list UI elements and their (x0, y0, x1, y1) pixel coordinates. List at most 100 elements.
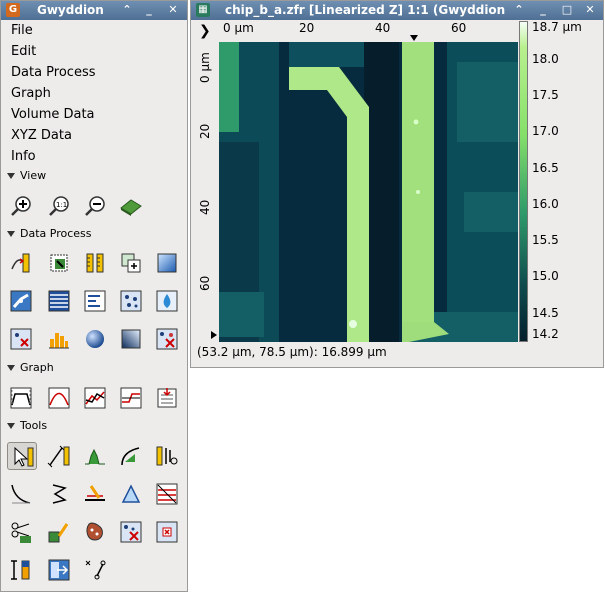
mask-editor-tool-icon[interactable] (47, 520, 71, 544)
height-map-image[interactable] (219, 42, 518, 342)
zoom-1-1-icon[interactable]: 1:1 (47, 194, 71, 218)
row-align-icon[interactable] (47, 289, 71, 313)
scale-label: 18.7 µm (532, 20, 582, 34)
plane-level-tool-icon[interactable] (119, 482, 143, 506)
section-graph-toggle[interactable]: Graph (7, 361, 54, 374)
histogram-icon[interactable] (47, 327, 71, 351)
data-window: ▦ chip_b_a.zfr [Linearized Z] 1:1 (Gwydd… (190, 0, 604, 368)
data-window-titlebar[interactable]: ▦ chip_b_a.zfr [Linearized Z] 1:1 (Gwydd… (191, 1, 603, 20)
data-window-icon[interactable]: ▦ (196, 3, 210, 17)
menu-graph[interactable]: Graph (11, 86, 51, 101)
sphere-revolve-icon[interactable] (83, 327, 107, 351)
shading-icon[interactable] (119, 327, 143, 351)
graph-fit-icon[interactable] (47, 386, 71, 410)
flatten-base-icon[interactable] (9, 251, 33, 275)
toolbox-title: Gwyddion (37, 3, 104, 17)
vertical-ruler: 0 µm 20 40 60 (196, 41, 218, 341)
toolbox-window: G Gwyddion ⌃ _ ✕ File Edit Data Process … (0, 0, 188, 592)
color-range-tool-icon[interactable] (9, 558, 33, 582)
gwyddion-app-icon[interactable]: G (6, 3, 20, 17)
pointer-tool-icon[interactable] (7, 442, 37, 470)
spot-remover-tool-icon[interactable] (119, 520, 143, 544)
roughness-tool-icon[interactable] (9, 482, 33, 506)
menu-file[interactable]: File (11, 23, 33, 38)
ruler-y-label: 40 (198, 199, 212, 215)
crop-icon[interactable] (47, 251, 71, 275)
close-icon[interactable]: ✕ (165, 2, 181, 18)
watershed-icon[interactable] (155, 289, 179, 313)
scale-label: 16.0 (532, 197, 559, 211)
section-data-process-toggle[interactable]: Data Process (7, 227, 92, 240)
close-icon[interactable]: ✕ (582, 2, 598, 18)
ruler-x-unit: 0 µm (223, 21, 254, 35)
scale-label: 14.2 (532, 327, 559, 341)
graph-fd-curve-icon[interactable] (119, 386, 143, 410)
section-view-label: View (20, 169, 47, 182)
expander-arrow-icon (7, 231, 15, 237)
line-profile-tool-icon[interactable] (119, 444, 143, 468)
remove-spots-tool-icon[interactable] (155, 520, 179, 544)
duplicate-icon[interactable] (119, 251, 143, 275)
scale-label: 17.5 (532, 88, 559, 102)
menu-data-process[interactable]: Data Process (11, 65, 96, 80)
graph-export-icon[interactable] (155, 386, 179, 410)
minimize-icon[interactable]: _ (535, 2, 551, 18)
statistics-tool-icon[interactable] (155, 444, 179, 468)
section-view-toggle[interactable]: View (7, 169, 46, 182)
ruler-y-cursor-marker (211, 331, 217, 339)
minimize-icon[interactable]: _ (141, 2, 157, 18)
readvalue-tool-icon[interactable] (47, 558, 71, 582)
cursor-status-readout: (53.2 µm, 78.5 µm): 16.899 µm (197, 345, 387, 359)
path-level-tool-icon[interactable] (155, 482, 179, 506)
ruler-x-label: 60 (451, 21, 467, 35)
height-map-graphic (219, 42, 518, 342)
expander-arrow-icon (7, 423, 15, 429)
grain-filter-icon[interactable] (155, 327, 179, 351)
ruler-x-cursor-marker (410, 35, 418, 41)
remove-grains-icon[interactable] (9, 327, 33, 351)
gradient-icon[interactable] (155, 251, 179, 275)
section-graph-label: Graph (20, 361, 54, 374)
scale-label: 15.5 (532, 233, 559, 247)
distance-tool-icon[interactable] (47, 444, 71, 468)
graph-critical-dimension-icon[interactable] (83, 386, 107, 410)
expander-arrow-icon (7, 173, 15, 179)
3d-view-icon[interactable] (119, 194, 143, 218)
shade-icon[interactable]: ⌃ (119, 2, 135, 18)
horizontal-ruler: 0 µm 20 40 60 (219, 21, 518, 41)
fft-filter-icon[interactable] (9, 289, 33, 313)
false-color-scale-bar (519, 21, 528, 342)
graph-level-icon[interactable] (9, 386, 33, 410)
scale-label: 15.0 (532, 269, 559, 283)
profile-tool-icon[interactable] (83, 444, 107, 468)
menu-volume-data[interactable]: Volume Data (11, 107, 95, 122)
menu-xyz-data[interactable]: XYZ Data (11, 128, 72, 143)
maximize-icon[interactable]: □ (559, 2, 575, 18)
section-tools-label: Tools (20, 419, 48, 432)
scale-label: 16.5 (532, 161, 559, 175)
scale-ruler-icon[interactable] (83, 251, 107, 275)
lines-correct-icon[interactable] (83, 289, 107, 313)
section-data-process-label: Data Process (20, 227, 92, 240)
shade-icon[interactable]: ⌃ (511, 2, 527, 18)
scale-label: 17.0 (532, 124, 559, 138)
menu-edit[interactable]: Edit (11, 44, 36, 59)
toolbox-titlebar[interactable]: G Gwyddion ⌃ _ ✕ (1, 1, 187, 20)
scale-label: 18.0 (532, 52, 559, 66)
spectro-tool-icon[interactable] (47, 482, 71, 506)
ruler-y-unit: 0 µm (198, 52, 212, 83)
crop-tool-icon[interactable] (9, 520, 33, 544)
view-menu-arrow-icon[interactable]: ❯ (199, 23, 211, 39)
grain-measure-tool-icon[interactable] (83, 520, 107, 544)
zoom-out-icon[interactable] (83, 194, 107, 218)
zoom-in-icon[interactable] (9, 194, 33, 218)
ruler-x-label: 20 (299, 21, 315, 35)
corner-measure-tool-icon[interactable] (83, 558, 107, 582)
menu-info[interactable]: Info (11, 149, 36, 164)
section-tools-toggle[interactable]: Tools (7, 419, 47, 432)
grain-mark-icon[interactable] (119, 289, 143, 313)
expander-arrow-icon (7, 365, 15, 371)
data-window-title: chip_b_a.zfr [Linearized Z] 1:1 (Gwyddio… (225, 3, 506, 17)
ruler-y-label: 20 (198, 123, 212, 139)
grain-remove-tool-icon[interactable] (83, 482, 107, 506)
